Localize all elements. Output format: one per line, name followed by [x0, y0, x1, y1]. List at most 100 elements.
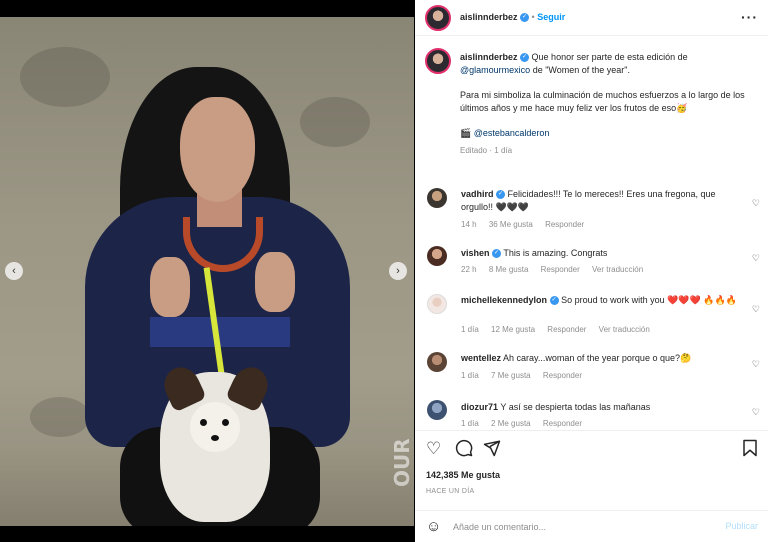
reply-button[interactable]: Responder	[543, 371, 582, 380]
mention-estebancalderon[interactable]: @estebancalderon	[474, 128, 550, 138]
commenter-username[interactable]: vishen	[461, 248, 490, 258]
post-side-panel: aislinnderbez ✓ • Seguir ··· aislinnderb…	[415, 0, 768, 542]
comment-body: So proud to work with you ❤️❤️❤️ 🔥🔥🔥	[561, 295, 737, 305]
post-header: aislinnderbez ✓ • Seguir ···	[415, 0, 768, 36]
like-comment-heart-icon[interactable]: ♡	[752, 304, 760, 315]
follow-button[interactable]: Seguir	[537, 12, 565, 22]
likes-count[interactable]: 142,385 Me gusta	[426, 470, 500, 480]
comment-likes[interactable]: 12 Me gusta	[491, 325, 535, 334]
commenter-avatar[interactable]	[427, 188, 447, 208]
edited-label: Editado	[460, 146, 488, 155]
comment-likes[interactable]: 2 Me gusta	[491, 419, 531, 428]
save-bookmark-icon[interactable]	[742, 439, 758, 462]
like-heart-icon[interactable]: ♡	[426, 439, 441, 459]
translate-button[interactable]: Ver traducción	[599, 325, 650, 334]
face	[180, 97, 255, 202]
commenter-username[interactable]: michellekennedylon	[461, 295, 547, 305]
translate-button[interactable]: Ver traducción	[592, 265, 643, 274]
comment-likes[interactable]: 36 Me gusta	[489, 220, 533, 229]
post-age: HACE UN DÍA	[426, 488, 475, 495]
comment-meta: 1 día 7 Me gusta Responder	[461, 371, 592, 380]
left-hand	[150, 257, 190, 317]
comment-body: Ah caray...woman of the year porque o qu…	[503, 353, 692, 363]
post-photo[interactable]: OUR	[0, 17, 414, 526]
comment: michellekennedylon ✓ So proud to work wi…	[415, 292, 768, 342]
emoji-icon[interactable]: ☺	[426, 518, 441, 535]
caption-text: aislinnderbez ✓ Que honor ser parte de e…	[460, 51, 760, 157]
mention-glamourmexico[interactable]: @glamourmexico	[460, 65, 530, 75]
comment-text: vadhird ✓ Felicidades!!! Te lo mereces!!…	[461, 188, 746, 214]
commenter-avatar[interactable]	[427, 352, 447, 372]
commenter-username[interactable]: vadhird	[461, 189, 494, 199]
comment-icon[interactable]	[455, 439, 473, 462]
caption-username[interactable]: aislinnderbez	[460, 52, 518, 62]
commenter-avatar[interactable]	[427, 294, 447, 314]
comment-meta: 14 h 36 Me gusta Responder	[461, 220, 594, 229]
comment-meta: 1 día 12 Me gusta Responder Ver traducci…	[461, 325, 660, 334]
right-hand	[255, 252, 295, 312]
author-username[interactable]: aislinnderbez	[460, 12, 518, 22]
wall-stain	[20, 47, 110, 107]
verified-icon: ✓	[520, 53, 530, 63]
caption-para2: Para mi simboliza la culminación de much…	[460, 90, 745, 113]
comment-time: 14 h	[461, 220, 477, 229]
post-modal: OUR ‹ › aislinnderbez ✓ • Seguir ··· ais…	[0, 0, 768, 542]
post-actions: ♡ 142,385 Me gusta HACE UN DÍA	[415, 430, 768, 508]
comment-likes[interactable]: 7 Me gusta	[491, 371, 531, 380]
like-comment-heart-icon[interactable]: ♡	[752, 359, 760, 370]
wall-stain	[30, 397, 90, 437]
caption-line1: Que honor ser parte de esta edición de	[531, 52, 688, 62]
commenter-avatar[interactable]	[427, 400, 447, 420]
share-icon-svg	[483, 440, 501, 457]
caption-avatar[interactable]	[425, 48, 451, 74]
author-line: aislinnderbez ✓ • Seguir	[460, 12, 565, 23]
like-comment-heart-icon[interactable]: ♡	[752, 407, 760, 418]
dog-face	[190, 402, 240, 452]
comment-time: 1 día	[461, 325, 479, 334]
like-comment-heart-icon[interactable]: ♡	[752, 198, 760, 209]
verified-icon: ✓	[549, 296, 559, 306]
comment-text: vishen ✓ This is amazing. Congrats	[461, 247, 746, 260]
comment-meta: 22 h 8 Me gusta Responder Ver traducción	[461, 265, 653, 274]
ellipsis-icon[interactable]: ···	[741, 9, 758, 25]
commenter-username[interactable]: wentellez	[461, 353, 501, 363]
caption-meta: Editado · 1 día	[460, 144, 760, 157]
comment-text: wentellez Ah caray...woman of the year p…	[461, 352, 746, 365]
comment-body: This is amazing. Congrats	[503, 248, 608, 258]
next-image-button[interactable]: ›	[389, 262, 407, 280]
comment-text: diozur71 Y así se despierta todas las ma…	[461, 401, 746, 414]
comment-body: Y así se despierta todas las mañanas	[500, 402, 651, 412]
caption-time: 1 día	[494, 146, 513, 155]
clapperboard-icon: 🎬	[460, 128, 472, 138]
dog-eye	[222, 419, 229, 426]
wall-stain	[300, 97, 370, 147]
bookmark-icon-svg	[743, 439, 757, 457]
author-avatar[interactable]	[425, 5, 451, 31]
comment-likes[interactable]: 8 Me gusta	[489, 265, 529, 274]
magazine-watermark: OUR	[390, 438, 414, 487]
prev-image-button[interactable]: ‹	[5, 262, 23, 280]
commenter-username[interactable]: diozur71	[461, 402, 498, 412]
like-comment-heart-icon[interactable]: ♡	[752, 253, 760, 264]
comment-input[interactable]	[453, 519, 703, 535]
comment: vishen ✓ This is amazing. Congrats 22 h …	[415, 244, 768, 284]
comment-icon-svg	[455, 439, 473, 457]
commenter-avatar[interactable]	[427, 246, 447, 266]
comment-text: michellekennedylon ✓ So proud to work wi…	[461, 294, 746, 307]
comment-time: 1 día	[461, 419, 479, 428]
verified-icon: ✓	[492, 249, 502, 259]
reply-button[interactable]: Responder	[547, 325, 586, 334]
caption-line2: de "Women of the year".	[532, 65, 630, 75]
dog-eye	[200, 419, 207, 426]
dog-nose	[211, 435, 219, 441]
caption-credit: 🎬 @estebancalderon	[460, 127, 760, 140]
share-icon[interactable]	[483, 439, 501, 462]
comment-meta: 1 día 2 Me gusta Responder	[461, 419, 592, 428]
comment-time: 1 día	[461, 371, 479, 380]
reply-button[interactable]: Responder	[545, 220, 584, 229]
verified-icon: ✓	[496, 190, 506, 200]
reply-button[interactable]: Responder	[541, 265, 580, 274]
reply-button[interactable]: Responder	[543, 419, 582, 428]
verified-icon: ✓	[520, 13, 530, 23]
publish-button[interactable]: Publicar	[725, 521, 758, 531]
